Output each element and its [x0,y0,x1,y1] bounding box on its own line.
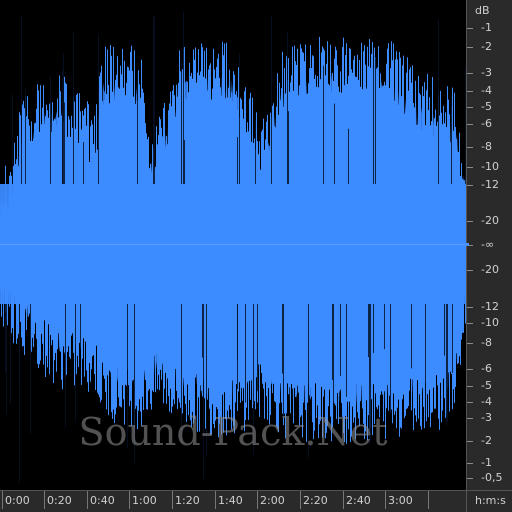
db-label-bottom: -6 [481,362,492,375]
db-tick [467,418,473,419]
time-tick [215,491,216,509]
time-tick [129,491,130,509]
db-label-bottom: -3 [481,411,492,424]
db-tick [467,28,473,29]
time-tick [343,491,344,509]
time-tick [428,491,429,509]
db-label-bottom: -8 [481,336,492,349]
db-tick [467,107,473,108]
time-label: 1:00 [132,494,157,507]
db-tick [467,47,473,48]
waveform[interactable] [0,0,466,490]
time-unit-label: h:m:s [475,494,506,507]
time-tick [257,491,258,509]
db-label-center: -∞ [481,238,495,251]
time-label: 0:20 [47,494,72,507]
db-unit-label: dB [475,4,490,17]
db-scale[interactable]: dB -1 -2 -3 -4 -5 -6 -8 -10 -12 -20 -∞ -20 -12 -10 -8 -… [466,0,512,490]
time-label: 3:00 [388,494,413,507]
db-label-top: -6 [481,117,492,130]
time-ruler[interactable]: 0:00 0:20 0:40 1:00 1:20 1:40 2:00 2:20 2:40 3:00 [0,490,466,512]
time-label: 1:20 [175,494,200,507]
time-tick [385,491,386,509]
audio-editor-view: Sound-Pack.Net dB -1 -2 -3 -4 -5 -6 -8 -10 -12 -2… [0,0,512,512]
zero-line [0,244,466,245]
db-tick [467,323,473,324]
db-label-top: -3 [481,66,492,79]
waveform-peaks [0,11,466,483]
db-label-top: -5 [481,100,492,113]
db-tick [467,441,473,442]
db-label-top: -12 [481,178,499,191]
db-label-top: -10 [481,160,499,173]
db-label-top: -8 [481,140,492,153]
db-tick [467,478,473,479]
time-tick [87,491,88,509]
waveform-panel[interactable]: Sound-Pack.Net [0,0,466,490]
zero-marker [463,243,469,246]
db-tick [467,124,473,125]
db-tick [467,369,473,370]
db-tick [467,73,473,74]
db-label-top: -20 [481,214,499,227]
db-label-top: -1 [481,21,492,34]
db-label-bottom: -2 [481,434,492,447]
db-label-top: -4 [481,84,492,97]
db-tick [467,270,473,271]
time-label: 0:00 [5,494,30,507]
time-tick [44,491,45,509]
db-tick [467,167,473,168]
time-label: 2:00 [260,494,285,507]
db-tick [467,343,473,344]
db-label-bottom: -4 [481,395,492,408]
db-label-bottom: -20 [481,263,499,276]
time-tick [300,491,301,509]
db-label-bottom: -12 [481,300,499,313]
db-label-bottom: -5 [481,379,492,392]
db-tick [467,402,473,403]
db-tick [467,463,473,464]
time-label: 1:40 [218,494,243,507]
db-tick [467,185,473,186]
db-label-top: -2 [481,40,492,53]
db-tick [467,147,473,148]
time-label: 0:40 [90,494,115,507]
db-label-bottom: -0,5 [481,471,503,484]
db-tick [467,221,473,222]
db-label-bottom: -10 [481,316,499,329]
db-tick [467,386,473,387]
db-label-bottom: -1 [481,456,492,469]
time-tick [2,491,3,509]
time-label: 2:40 [346,494,371,507]
time-label: 2:20 [303,494,328,507]
time-unit-box: h:m:s [466,490,512,512]
db-tick [467,307,473,308]
time-tick [172,491,173,509]
db-tick [467,91,473,92]
